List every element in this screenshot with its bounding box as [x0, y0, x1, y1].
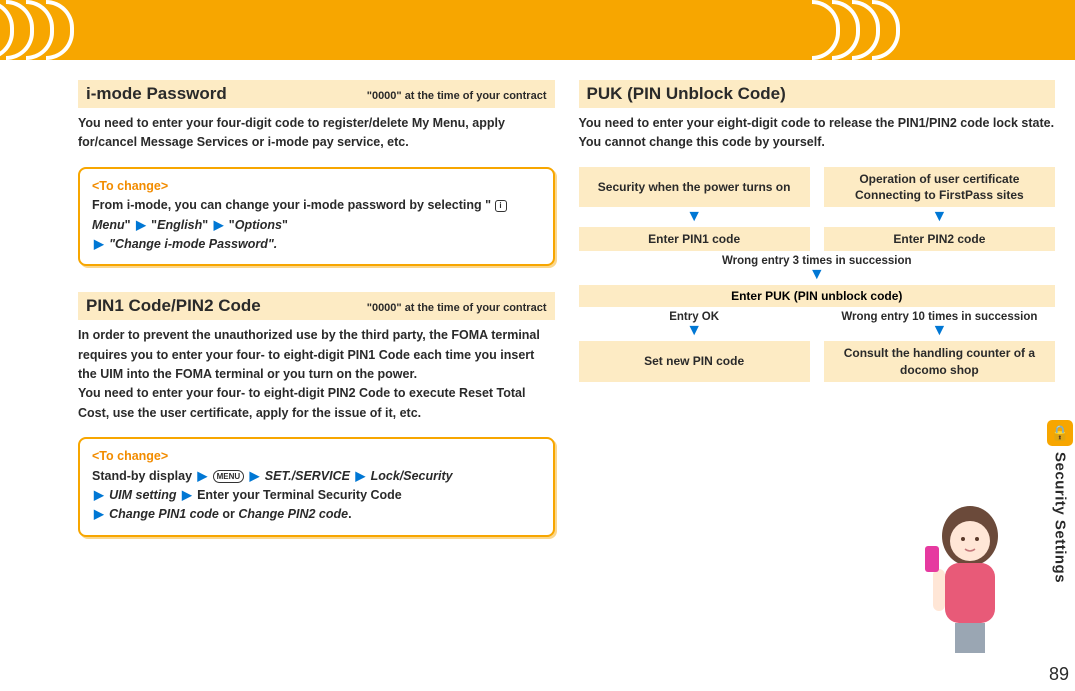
flow-consult-docomo: Consult the handling counter of a docomo…: [824, 341, 1055, 381]
puk-body: You need to enter your eight-digit code …: [579, 114, 1056, 153]
puk-title: PUK (PIN Unblock Code): [587, 84, 786, 104]
text: ": [125, 218, 131, 232]
decor-curves-right: [820, 0, 900, 60]
arrow-row: ▼ ▼: [579, 323, 1056, 341]
pin-change-text: Stand-by display ▶ MENU ▶ SET./SERVICE ▶…: [92, 467, 541, 486]
uim-label: UIM setting: [109, 488, 176, 502]
flow-bottom-row: Set new PIN code Consult the handling co…: [579, 341, 1056, 381]
decor-curves-left: [0, 0, 74, 60]
locksec-label: Lock/Security: [371, 469, 453, 483]
arrow-icon: ▶: [180, 488, 194, 502]
or-label: or: [222, 507, 238, 521]
menu-button-icon: MENU: [213, 470, 245, 483]
flow-user-cert: Operation of user certificate Connecting…: [824, 167, 1055, 207]
menu-label: Menu: [92, 218, 125, 232]
flow-wrong3: Wrong entry 3 times in succession: [579, 253, 1056, 267]
imode-title: i-mode Password: [86, 84, 227, 104]
pin-note: "0000" at the time of your contract: [367, 302, 547, 314]
cp2-label: Change PIN2 code: [238, 507, 348, 521]
flow-result-labels: Entry OK Wrong entry 10 times in success…: [579, 309, 1056, 323]
left-column: i-mode Password "0000" at the time of yo…: [78, 80, 555, 563]
text: ": [202, 218, 208, 232]
flow-enter-pin1: Enter PIN1 code: [579, 227, 810, 251]
arrow-icon: ▶: [353, 469, 367, 483]
pin-body: In order to prevent the unauthorized use…: [78, 326, 555, 423]
cp1-label: Change PIN1 code: [109, 507, 219, 521]
down-arrow-icon: ▼: [579, 209, 810, 227]
pin-change-box: <To change> Stand-by display ▶ MENU ▶ SE…: [78, 437, 555, 537]
arrow-icon: ▶: [92, 237, 106, 251]
flow-enter-puk: Enter PUK (PIN unblock code): [579, 285, 1056, 307]
arrow-icon: ▶: [212, 218, 226, 232]
imode-change-line2: ▶ "Change i-mode Password".: [92, 235, 541, 254]
down-arrow-icon: ▼: [824, 209, 1055, 227]
arrow-icon: ▶: [92, 507, 106, 521]
pin-header: PIN1 Code/PIN2 Code "0000" at the time o…: [78, 292, 555, 320]
change-title: <To change>: [92, 177, 541, 196]
down-arrow-icon: ▼: [824, 323, 1055, 341]
arrow-icon: ▶: [134, 218, 148, 232]
puk-header: PUK (PIN Unblock Code): [579, 80, 1056, 108]
change-pwd-label: Change i-mode Password: [115, 237, 268, 251]
change-title: <To change>: [92, 447, 541, 466]
pin-change-line3: ▶ Change PIN1 code or Change PIN2 code.: [92, 505, 541, 524]
setservice-label: SET./SERVICE: [265, 469, 350, 483]
arrow-icon: ▶: [196, 469, 210, 483]
flow-enter-pin-row: Enter PIN1 code Enter PIN2 code: [579, 227, 1056, 251]
imode-change-box: <To change> From i-mode, you can change …: [78, 167, 555, 267]
page-number: 89: [1049, 664, 1069, 685]
enter-code-label: Enter your Terminal Security Code: [197, 488, 402, 502]
options-label: Options: [235, 218, 282, 232]
imode-body: You need to enter your four-digit code t…: [78, 114, 555, 153]
arrow-icon: ▶: [248, 469, 262, 483]
imode-note: "0000" at the time of your contract: [367, 90, 547, 102]
english-label: English: [157, 218, 202, 232]
side-tab: 🔒 Security Settings: [1045, 420, 1075, 620]
arrow-row: ▼ ▼: [579, 209, 1056, 227]
flow-enter-pin2: Enter PIN2 code: [824, 227, 1055, 251]
down-arrow-icon: ▼: [579, 323, 810, 341]
i-appli-icon: i: [495, 200, 507, 212]
lock-icon: 🔒: [1047, 420, 1073, 446]
pin-change-line2: ▶ UIM setting ▶ Enter your Terminal Secu…: [92, 486, 541, 505]
top-band: [0, 0, 1075, 60]
flow-set-new-pin: Set new PIN code: [579, 341, 810, 381]
flow-wrong10: Wrong entry 10 times in succession: [824, 309, 1055, 323]
woman-phone-illustration: [905, 491, 1035, 661]
pin-title: PIN1 Code/PIN2 Code: [86, 296, 261, 316]
flow-top-row: Security when the power turns on Operati…: [579, 167, 1056, 207]
imode-change-text: From i-mode, you can change your i-mode …: [92, 196, 541, 235]
standby-label: Stand-by display: [92, 469, 192, 483]
text: From i-mode, you can change your i-mode …: [92, 198, 491, 212]
text: ": [282, 218, 288, 232]
side-tab-label: Security Settings: [1052, 452, 1069, 583]
imode-header: i-mode Password "0000" at the time of yo…: [78, 80, 555, 108]
flow-entry-ok: Entry OK: [579, 309, 810, 323]
dot: .: [348, 507, 351, 521]
flow-security-power: Security when the power turns on: [579, 167, 810, 207]
arrow-icon: ▶: [92, 488, 106, 502]
down-arrow-icon: ▼: [579, 267, 1056, 285]
text: ".: [268, 237, 277, 251]
